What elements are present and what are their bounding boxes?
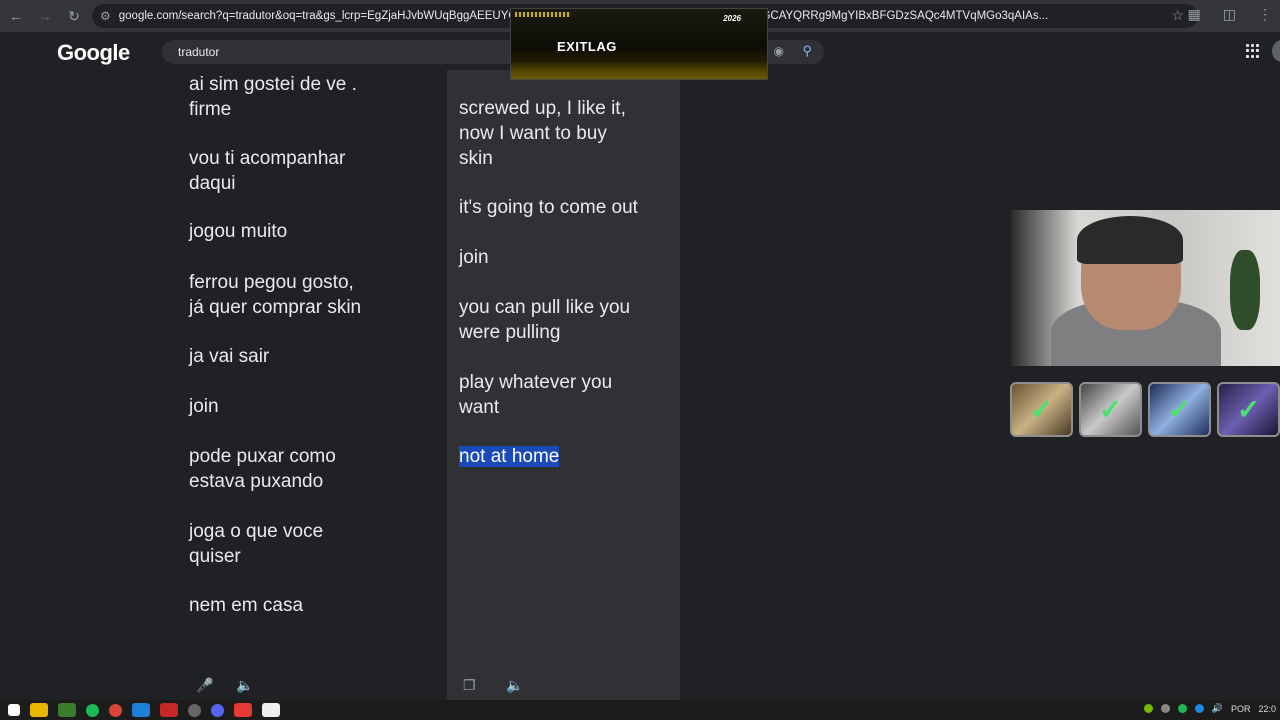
- source-line: jogou muito: [189, 221, 288, 242]
- app-icon[interactable]: [132, 703, 150, 717]
- tray-icon[interactable]: [1177, 704, 1187, 713]
- champion-icon: ✓: [1010, 382, 1073, 437]
- input-language[interactable]: POR: [1231, 704, 1251, 714]
- target-line: screwed up, I like it, now I want to buy…: [459, 98, 626, 169]
- app-icon[interactable]: [58, 703, 76, 717]
- search-query: tradutor: [178, 45, 220, 59]
- overlay-glow: [511, 61, 767, 79]
- spotify-icon[interactable]: [86, 703, 99, 717]
- back-icon[interactable]: ←: [3, 3, 29, 29]
- target-line: it's going to come out: [459, 197, 638, 218]
- google-apps-icon[interactable]: [1246, 44, 1260, 58]
- app-icon[interactable]: [188, 703, 201, 717]
- lens-icon[interactable]: ◉: [774, 44, 784, 58]
- source-line: ferrou pegou gosto, já quer comprar skin: [189, 272, 362, 318]
- avatar[interactable]: [1272, 40, 1280, 62]
- target-line-selected[interactable]: not at home: [459, 444, 560, 469]
- volume-icon[interactable]: 🔊: [1212, 703, 1223, 714]
- forward-icon[interactable]: →: [32, 3, 58, 29]
- source-line: vou ti acompanhar daqui: [189, 148, 346, 194]
- webcam-plant: [1230, 250, 1260, 330]
- google-logo[interactable]: Google: [57, 40, 130, 66]
- overlay-year: 2026: [723, 14, 741, 23]
- target-line: join: [459, 247, 489, 268]
- windows-start-icon[interactable]: [8, 704, 20, 716]
- clock[interactable]: 22:0: [1258, 704, 1276, 714]
- overlay-stripe: [515, 12, 571, 17]
- speaker-icon[interactable]: 🔈: [236, 677, 253, 694]
- selected-text: not at home: [459, 446, 560, 467]
- tray-icon[interactable]: [1194, 704, 1204, 713]
- reload-icon[interactable]: ↻: [61, 3, 87, 29]
- tray-icon[interactable]: [1160, 704, 1170, 713]
- bookmark-star-icon[interactable]: ☆: [1171, 7, 1184, 24]
- discord-icon[interactable]: [211, 703, 224, 717]
- search-icon[interactable]: ⚲: [802, 43, 812, 59]
- translation-panel: screwed up, I like it, now I want to buy…: [447, 70, 680, 700]
- webcam-feed: [1011, 210, 1280, 366]
- champion-icon: ✓: [1217, 382, 1280, 437]
- site-info-icon[interactable]: ⚙: [100, 9, 111, 23]
- nvidia-icon[interactable]: [1143, 704, 1153, 713]
- target-line: you can pull like you were pulling: [459, 297, 631, 343]
- windows-taskbar: 🔊 POR 22:0: [0, 700, 1280, 720]
- microphone-icon[interactable]: 🎤: [196, 677, 213, 694]
- source-line: join: [189, 396, 219, 417]
- target-line: play whatever you want: [459, 372, 613, 418]
- side-panel-icon[interactable]: ◫: [1223, 6, 1236, 23]
- source-line: pode puxar como estava puxando: [189, 446, 336, 492]
- source-line: nem em casa: [189, 595, 304, 616]
- menu-icon[interactable]: ⋮: [1258, 6, 1272, 23]
- system-tray: 🔊 POR 22:0: [1143, 703, 1276, 714]
- champion-icon: ✓: [1148, 382, 1211, 437]
- file-explorer-icon[interactable]: [30, 703, 48, 717]
- app-icon[interactable]: [262, 703, 280, 717]
- champion-icons: ✓ ✓ ✓ ✓: [1010, 382, 1280, 437]
- extensions-icon[interactable]: ▦: [1188, 6, 1201, 23]
- copy-icon[interactable]: ❐: [463, 677, 476, 694]
- source-line: joga o que voce quiser: [189, 521, 324, 567]
- source-text-panel[interactable]: ai sim gostei de ve . firme vou ti acomp…: [175, 70, 447, 700]
- webcam-person-cap: [1077, 216, 1183, 264]
- source-line: ja vai sair: [189, 346, 270, 367]
- app-icon[interactable]: [234, 703, 252, 717]
- source-line: ai sim gostei de ve . firme: [189, 74, 357, 120]
- champion-icon: ✓: [1079, 382, 1142, 437]
- speaker-icon[interactable]: 🔈: [506, 677, 523, 694]
- sponsor-overlay: 2026 EXITLAG: [510, 8, 768, 80]
- chrome-icon[interactable]: [109, 703, 122, 717]
- overlay-brand: EXITLAG: [557, 39, 617, 54]
- app-icon[interactable]: [160, 703, 178, 717]
